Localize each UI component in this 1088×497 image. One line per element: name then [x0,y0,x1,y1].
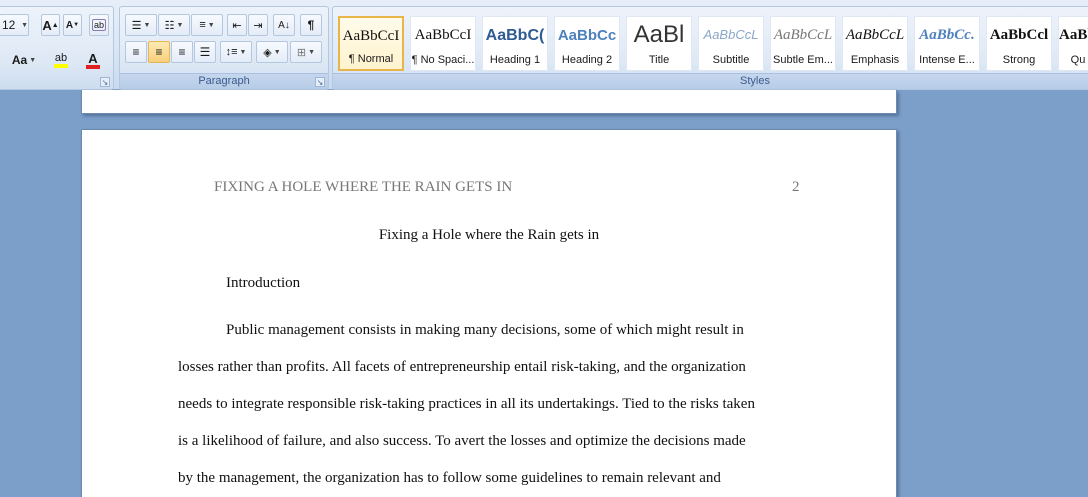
ribbon: 12 ▼ A ▲ A ▼ ab Aa ▼ ab A ↘ ☰ ▼ ☷ ▼ ≡ ▼ … [0,0,1088,90]
font-color-button[interactable]: A [79,49,107,71]
chevron-down-icon: ▼ [176,21,184,29]
font-group: 12 ▼ A ▲ A ▼ ab Aa ▼ ab A ↘ [0,6,114,90]
style-sample-text: AaBl [633,21,685,48]
shrink-font-button[interactable]: A ▼ [63,14,82,36]
style-sample-text: AaBbCcL [703,27,759,42]
sort-button[interactable]: A↓ [273,14,295,36]
font-color-bar [86,64,100,69]
multilevel-list-icon: ≡ [199,19,206,31]
styles-group-label: Styles [333,73,1088,89]
chevron-down-icon: ▼ [273,48,281,56]
chevron-down-icon: ▼ [29,56,37,64]
style-tile-2[interactable]: AaBbCcI ¶ No Spaci... [410,16,476,71]
style-name-label: Strong [1002,54,1036,66]
chevron-down-icon: ▼ [239,48,247,56]
decrease-indent-icon: ⇤ [232,19,242,32]
eraser-icon: ab [91,19,106,31]
style-sample-text: AaBbC( [485,27,545,44]
paragraph-group: ☰ ▼ ☷ ▼ ≡ ▼ ⇤ ⇥ A↓ ¶ ≡ ≡ ≡ ☰ ↕≡ ▼ ◈ ▼ ⊞ … [119,6,329,90]
style-tile-9[interactable]: AaBbCc. Intense E... [914,16,980,71]
style-sample-text: AaBbCcI [414,27,472,43]
style-name-label: ¶ Normal [348,53,394,65]
style-tile-8[interactable]: AaBbCcL Emphasis [842,16,908,71]
align-left-button[interactable]: ≡ [125,41,147,63]
increase-indent-icon: ⇥ [253,19,263,32]
font-size-box[interactable]: 12 ▼ [0,14,29,36]
paragraph-dialog-launcher[interactable]: ↘ [315,77,325,87]
page-number: 2 [792,179,800,195]
sort-icon: A↓ [278,19,290,31]
style-tile-1[interactable]: AaBbCcI ¶ Normal [338,16,404,71]
document-page[interactable]: FIXING A HOLE WHERE THE RAIN GETS IN 2 F… [81,129,897,497]
style-name-label: Title [648,54,670,66]
document-title: Fixing a Hole where the Rain gets in [378,227,600,243]
change-case-button[interactable]: Aa ▼ [6,49,42,71]
style-sample-text: AaBbCcI [342,28,400,44]
style-name-label: ¶ No Spaci... [411,54,475,66]
align-left-icon: ≡ [132,45,140,59]
style-tile-7[interactable]: AaBbCcL Subtle Em... [770,16,836,71]
styles-group: AaBbCcI ¶ Normal AaBbCcI ¶ No Spaci... AaBbC… [332,6,1088,90]
align-right-button[interactable]: ≡ [171,41,193,63]
style-name-label: Qu [1070,54,1086,66]
section-heading: Introduction [226,275,301,291]
show-marks-button[interactable]: ¶ [300,14,322,36]
style-sample-text: AaBbCcL [845,27,905,43]
line-spacing-button[interactable]: ↕≡ ▼ [220,41,252,63]
paragraph-line: needs to integrate responsible risk-taki… [178,396,755,412]
highlight-color-bar [54,63,68,68]
style-sample-text: AaBbCc [557,27,617,44]
style-sample-text: AaBbCcl [989,27,1049,43]
numbering-button[interactable]: ☷ ▼ [158,14,190,36]
style-name-label: Subtitle [712,54,750,66]
numbering-icon: ☷ [164,19,175,32]
line-spacing-icon: ↕≡ [225,46,238,58]
style-sample-text: AaBbCc. [919,27,975,43]
borders-button[interactable]: ⊞ ▼ [290,41,322,63]
paragraph-line: is a likelihood of failure, and also suc… [178,433,746,449]
font-size-value: 12 [2,18,16,32]
borders-icon: ⊞ [296,46,307,59]
paint-bucket-icon: ◈ [263,46,272,59]
style-sample-text: AaBbC [1059,27,1088,43]
style-name-label: Heading 2 [561,54,613,66]
style-name-label: Subtle Em... [773,54,833,66]
justify-icon: ☰ [199,45,211,59]
chevron-down-icon: ▼ [21,21,28,29]
style-tile-11[interactable]: AaBbC Qu [1058,16,1088,71]
align-center-icon: ≡ [155,45,163,59]
grow-font-button[interactable]: A ▲ [41,14,60,36]
style-sample-text: AaBbCcL [773,27,833,43]
style-name-label: Heading 1 [489,54,541,66]
highlight-button[interactable]: ab [45,49,77,71]
bullets-icon: ☰ [131,19,142,32]
style-tile-3[interactable]: AaBbC( Heading 1 [482,16,548,71]
align-right-icon: ≡ [178,45,186,59]
shading-button[interactable]: ◈ ▼ [256,41,288,63]
style-tile-10[interactable]: AaBbCcl Strong [986,16,1052,71]
font-dialog-launcher[interactable]: ↘ [100,77,110,87]
increase-indent-button[interactable]: ⇥ [248,14,268,36]
decrease-indent-button[interactable]: ⇤ [227,14,247,36]
chevron-down-icon: ▼ [143,21,151,29]
paragraph-line: Public management consists in making man… [226,322,744,338]
clear-formatting-button[interactable]: ab [89,14,109,36]
style-tile-5[interactable]: AaBl Title [626,16,692,71]
style-tile-6[interactable]: AaBbCcL Subtitle [698,16,764,71]
justify-button[interactable]: ☰ [194,41,216,63]
style-tile-4[interactable]: AaBbCc Heading 2 [554,16,620,71]
paragraph-group-label: Paragraph [120,73,328,89]
paragraph-line: by the management, the organization has … [178,470,721,486]
style-name-label: Intense E... [919,54,975,66]
align-center-button[interactable]: ≡ [148,41,170,63]
style-name-label: Emphasis [850,54,900,66]
bullets-button[interactable]: ☰ ▼ [125,14,157,36]
multilevel-list-button[interactable]: ≡ ▼ [191,14,223,36]
previous-page-bottom [81,90,897,114]
paragraph-line: losses rather than profits. All facets o… [178,359,746,375]
running-head: FIXING A HOLE WHERE THE RAIN GETS IN [214,179,513,195]
chevron-down-icon: ▼ [207,21,215,29]
chevron-down-icon: ▼ [308,48,316,56]
